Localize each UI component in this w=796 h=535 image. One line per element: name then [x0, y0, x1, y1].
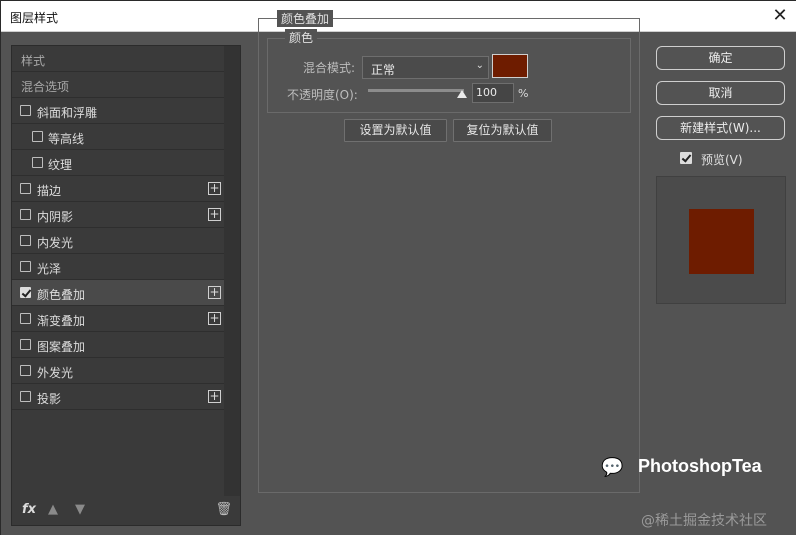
blend-mode-select[interactable]: 正常 ⌄ — [362, 56, 489, 79]
window-title: 图层样式 — [10, 11, 59, 25]
blend-mode-value: 正常 — [371, 63, 396, 77]
close-icon[interactable]: ✕ — [769, 5, 791, 27]
group-title: 颜色 — [285, 29, 318, 46]
opacity-slider-track[interactable] — [368, 89, 464, 92]
set-default-button[interactable]: 设置为默认值 — [344, 119, 447, 142]
opacity-label: 不透明度(O): — [287, 88, 358, 102]
preview-label: 预览(V) — [701, 153, 743, 167]
wechat-icon: 💬 — [601, 457, 624, 478]
preview-box — [656, 176, 786, 304]
effect-row[interactable]: 内发光 — [12, 228, 225, 254]
effect-label: 内发光 — [37, 236, 74, 250]
overlay-color-swatch[interactable] — [492, 54, 528, 78]
preview-swatch — [689, 209, 754, 274]
effect-row[interactable]: 斜面和浮雕 — [12, 98, 225, 124]
effect-checkbox[interactable] — [20, 261, 31, 272]
effect-checkbox[interactable] — [20, 209, 31, 220]
fx-button[interactable]: fx — [22, 502, 36, 517]
reset-default-button[interactable]: 复位为默认值 — [453, 119, 552, 142]
effect-checkbox[interactable] — [20, 183, 31, 194]
effect-label: 等高线 — [48, 132, 85, 146]
effects-scrollbar[interactable] — [224, 46, 240, 496]
move-down-icon[interactable]: ▼ — [75, 502, 85, 517]
effect-row[interactable]: 描边 + — [12, 176, 225, 202]
watermark-brand: PhotoshopTea — [638, 456, 762, 476]
chevron-down-icon: ⌄ — [475, 60, 484, 71]
effect-label: 纹理 — [48, 158, 73, 172]
effect-label: 渐变叠加 — [37, 314, 86, 328]
effects-list: 样式混合选项斜面和浮雕等高线纹理描边 + 内阴影 + 内发光光泽颜色叠加 + 渐变叠加 + 图案… — [12, 46, 225, 410]
effect-row[interactable]: 光泽 — [12, 254, 225, 280]
add-effect-icon[interactable]: + — [208, 312, 221, 325]
effect-label: 外发光 — [37, 366, 74, 380]
cancel-button[interactable]: 取消 — [656, 81, 785, 105]
effect-checkbox[interactable] — [20, 391, 31, 402]
panel-title: 颜色叠加 — [277, 10, 334, 27]
ok-button[interactable]: 确定 — [656, 46, 785, 70]
effect-row[interactable]: 图案叠加 — [12, 332, 225, 358]
effect-checkbox[interactable] — [20, 235, 31, 246]
effect-label: 图案叠加 — [37, 340, 86, 354]
effect-checkbox[interactable] — [32, 131, 43, 142]
effect-checkbox[interactable] — [20, 313, 31, 324]
trash-icon[interactable]: 🗑 — [215, 502, 232, 517]
effect-row[interactable]: 颜色叠加 + — [12, 280, 225, 306]
effect-label: 描边 — [37, 184, 62, 198]
add-effect-icon[interactable]: + — [208, 208, 221, 221]
move-up-icon[interactable]: ▲ — [48, 502, 58, 517]
blend-mode-label: 混合模式: — [303, 61, 356, 75]
effect-label: 样式 — [21, 54, 46, 68]
effects-panel: 样式混合选项斜面和浮雕等高线纹理描边 + 内阴影 + 内发光光泽颜色叠加 + 渐变叠加 + 图案… — [11, 45, 241, 526]
effect-label: 斜面和浮雕 — [37, 106, 98, 120]
effect-row[interactable]: 纹理 — [12, 150, 225, 176]
add-effect-icon[interactable]: + — [208, 286, 221, 299]
effect-row[interactable]: 混合选项 — [12, 72, 225, 98]
effect-checkbox[interactable] — [20, 365, 31, 376]
opacity-slider-thumb[interactable] — [457, 90, 467, 98]
add-effect-icon[interactable]: + — [208, 390, 221, 403]
watermark-sub: @稀土掘金技术社区 — [641, 513, 767, 529]
effect-label: 光泽 — [37, 262, 62, 276]
effect-label: 投影 — [37, 392, 62, 406]
effect-label: 内阴影 — [37, 210, 74, 224]
effect-row[interactable]: 外发光 — [12, 358, 225, 384]
new-style-button[interactable]: 新建样式(W)... — [656, 116, 785, 140]
opacity-unit: % — [518, 87, 529, 100]
effect-row[interactable]: 渐变叠加 + — [12, 306, 225, 332]
preview-checkbox[interactable] — [680, 152, 692, 164]
effect-checkbox[interactable] — [20, 105, 31, 116]
effects-footer: fx ▲ ▼ 🗑 — [12, 495, 240, 525]
opacity-input[interactable]: 100 — [472, 83, 514, 103]
effect-row[interactable]: 内阴影 + — [12, 202, 225, 228]
effect-row[interactable]: 样式 — [12, 46, 225, 72]
add-effect-icon[interactable]: + — [208, 182, 221, 195]
effect-checkbox[interactable] — [32, 157, 43, 168]
effect-label: 混合选项 — [21, 80, 70, 94]
effect-row[interactable]: 投影 + — [12, 384, 225, 410]
effect-row[interactable]: 等高线 — [12, 124, 225, 150]
layer-style-dialog: 图层样式 ✕ 样式 混合选项 斜面和浮雕 等高线 纹理 描边 + 内阴影 + 内发光 光泽 颜色叠加 +… — [0, 0, 796, 535]
effect-checkbox[interactable] — [20, 287, 31, 298]
effect-label: 颜色叠加 — [37, 288, 86, 302]
effect-checkbox[interactable] — [20, 339, 31, 350]
